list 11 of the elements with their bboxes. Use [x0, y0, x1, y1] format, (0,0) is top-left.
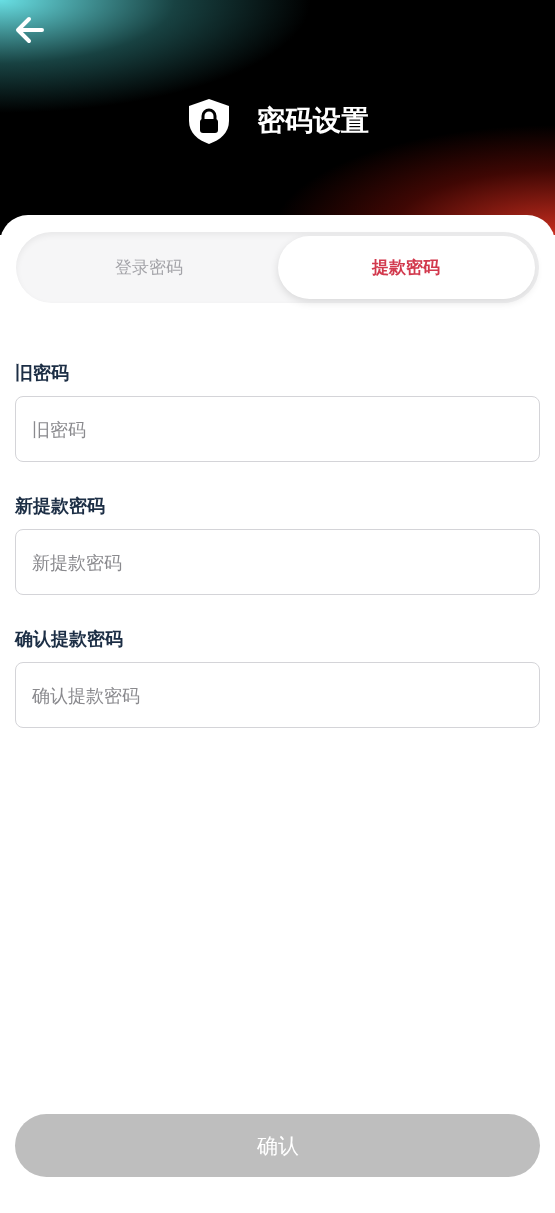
tab[interactable]: 提款密码: [277, 236, 535, 299]
field-label: 旧密码: [15, 361, 70, 385]
password-field[interactable]: 旧密码: [15, 396, 540, 462]
field-label: 确认提款密码: [15, 627, 124, 651]
page-title: 密码设置: [256, 103, 369, 139]
password-field[interactable]: 确认提款密码: [15, 662, 540, 728]
tab[interactable]: 登录密码: [20, 236, 278, 299]
back-arrow-icon[interactable]: [14, 14, 46, 46]
password-field[interactable]: 新提款密码: [15, 529, 540, 595]
shield-lock-icon: [186, 98, 231, 144]
field-label: 新提款密码: [15, 494, 106, 518]
